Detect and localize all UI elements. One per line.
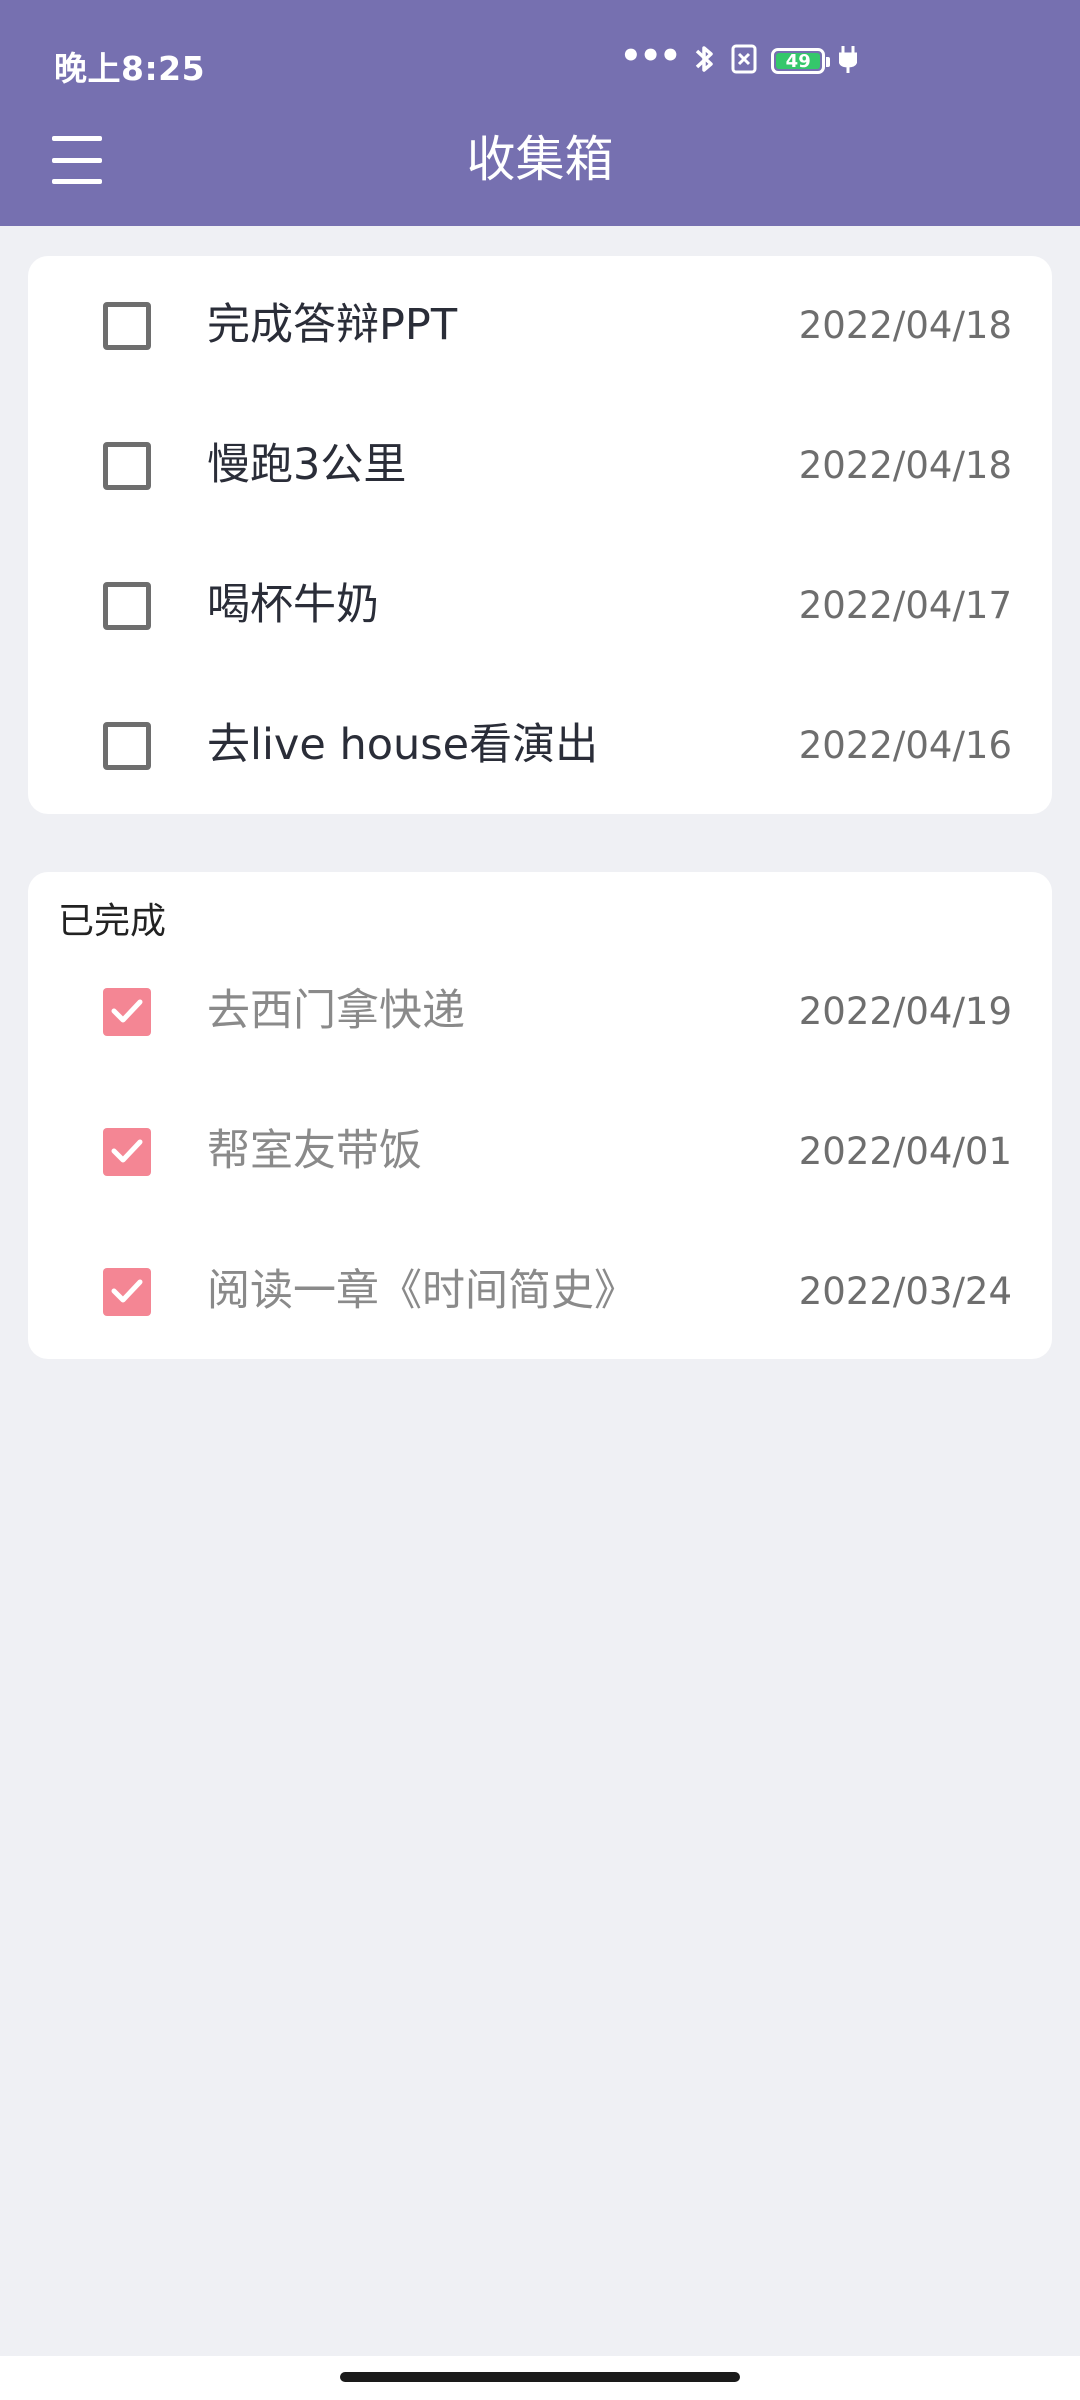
checkbox-checked[interactable] [103, 1128, 151, 1176]
section-title-completed: 已完成 [58, 901, 167, 942]
todo-item[interactable]: 去live house看演出 2022/04/16 [28, 696, 1052, 796]
more-dots-icon: ••• [620, 36, 681, 76]
task-date: 2022/04/19 [798, 990, 1012, 1033]
completed-list-card: 已完成 去西门拿快递 2022/04/19 帮室友带饭 2022/04/01 阅… [28, 872, 1052, 1359]
checkbox-unchecked[interactable] [103, 722, 151, 770]
page-title: 收集箱 [466, 131, 614, 188]
task-date: 2022/04/01 [798, 1130, 1012, 1173]
app-bar: 晚上8:25 ••• 49 收集箱 [0, 0, 1080, 226]
completed-item[interactable]: 帮室友带饭 2022/04/01 [28, 1102, 1052, 1202]
completed-item[interactable]: 去西门拿快递 2022/04/19 [28, 962, 1052, 1062]
checkbox-checked[interactable] [103, 988, 151, 1036]
status-bar: 晚上8:25 ••• 49 [0, 0, 1080, 128]
todo-item[interactable]: 完成答辩PPT 2022/04/18 [28, 276, 1052, 376]
task-label: 慢跑3公里 [207, 440, 407, 490]
checkbox-unchecked[interactable] [103, 442, 151, 490]
battery-level: 49 [785, 50, 811, 72]
task-label: 帮室友带饭 [207, 1126, 422, 1176]
status-time: 晚上8:25 [54, 49, 206, 88]
task-date: 2022/04/17 [798, 584, 1012, 627]
charging-icon [838, 44, 858, 78]
checkbox-unchecked[interactable] [103, 582, 151, 630]
checkmark-icon [111, 1279, 143, 1303]
task-date: 2022/03/24 [798, 1270, 1012, 1313]
task-label: 去西门拿快递 [207, 986, 465, 1036]
task-date: 2022/04/18 [798, 304, 1012, 347]
todo-item[interactable]: 慢跑3公里 2022/04/18 [28, 416, 1052, 516]
status-icons: ••• 49 [620, 36, 858, 82]
task-label: 完成答辩PPT [207, 300, 458, 350]
todo-list-card: 完成答辩PPT 2022/04/18 慢跑3公里 2022/04/18 喝杯牛奶… [28, 256, 1052, 814]
task-label: 阅读一章《时间简史》 [207, 1266, 637, 1316]
bluetooth-icon [693, 42, 717, 80]
checkbox-unchecked[interactable] [103, 302, 151, 350]
checkmark-icon [111, 999, 143, 1023]
checkmark-icon [111, 1139, 143, 1163]
no-sim-icon [731, 44, 757, 78]
battery-icon: 49 [771, 48, 831, 74]
task-label: 喝杯牛奶 [207, 580, 379, 630]
task-date: 2022/04/18 [798, 444, 1012, 487]
checkbox-checked[interactable] [103, 1268, 151, 1316]
task-date: 2022/04/16 [798, 724, 1012, 767]
todo-item[interactable]: 喝杯牛奶 2022/04/17 [28, 556, 1052, 656]
home-indicator[interactable] [340, 2372, 740, 2382]
task-label: 去live house看演出 [207, 720, 599, 770]
completed-item[interactable]: 阅读一章《时间简史》 2022/03/24 [28, 1242, 1052, 1342]
